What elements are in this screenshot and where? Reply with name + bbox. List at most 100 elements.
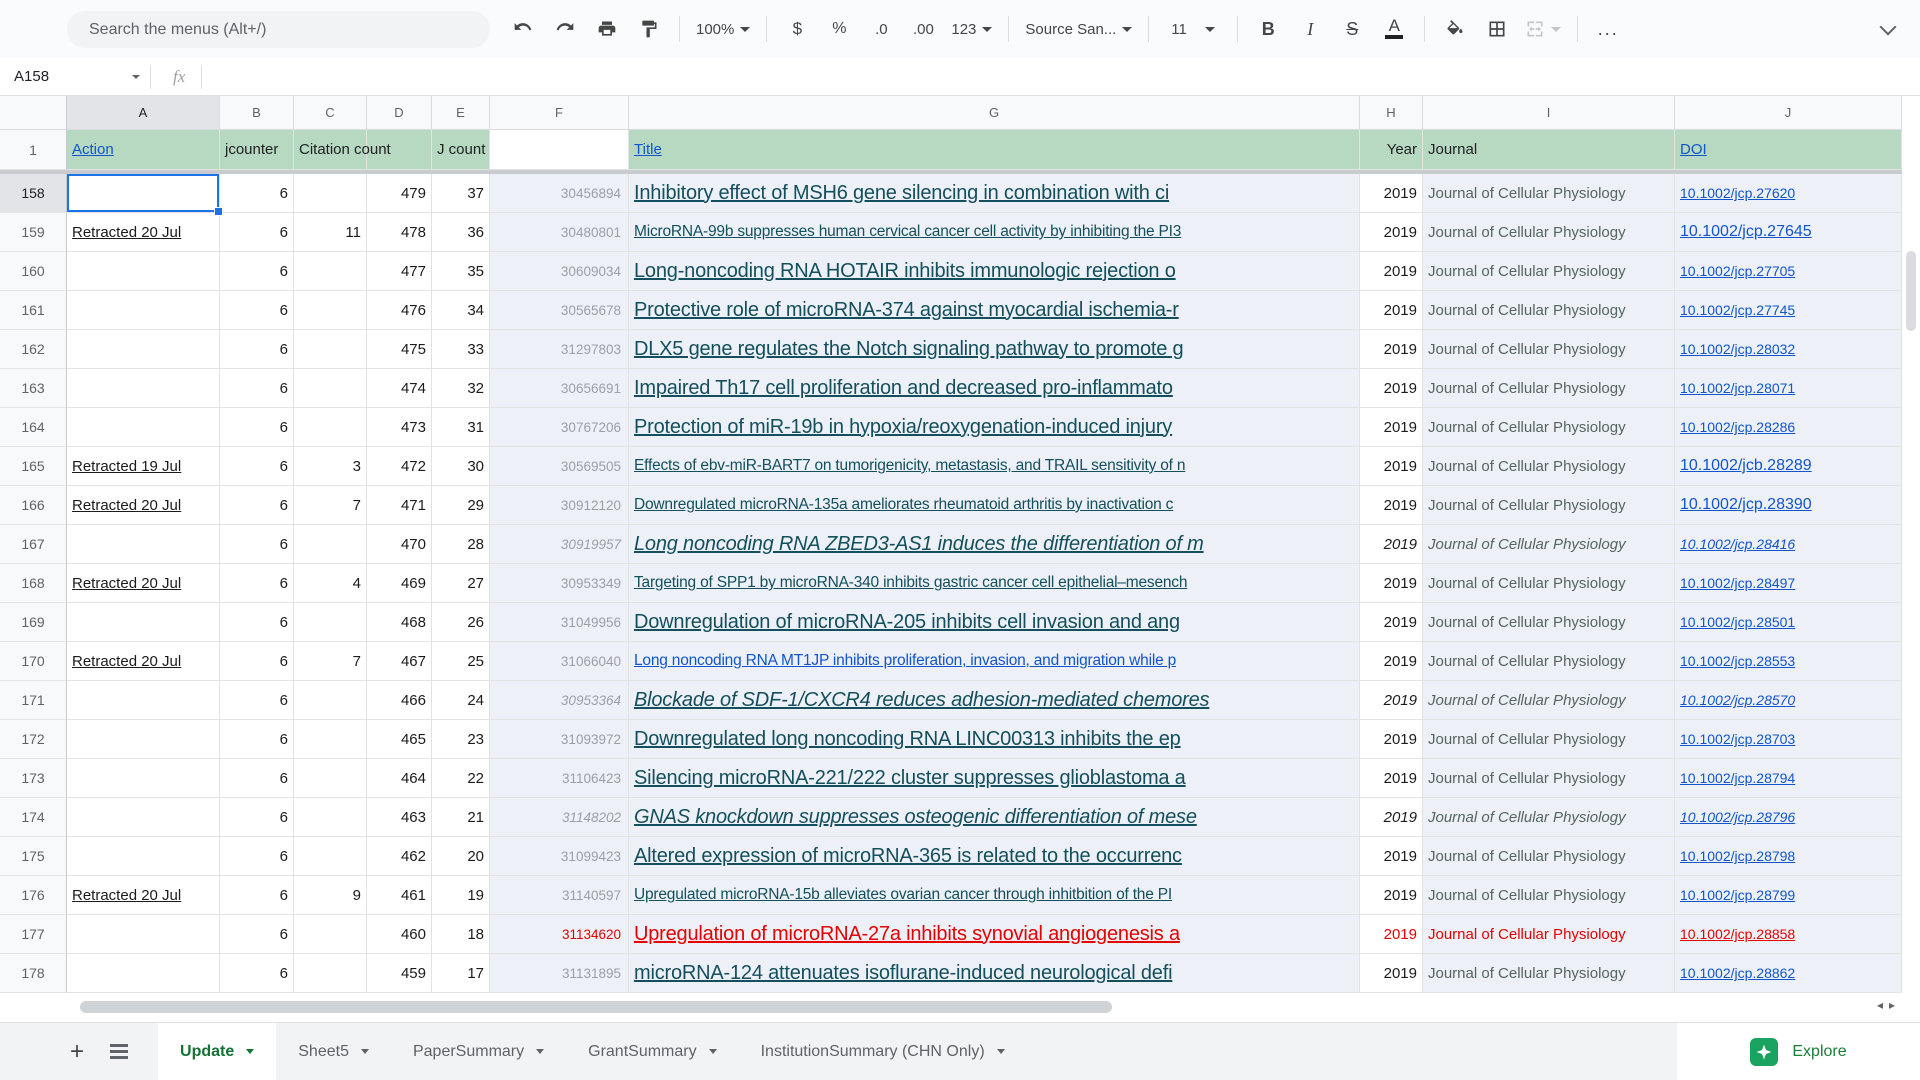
cell-doi[interactable]: 10.1002/jcb.28289 (1675, 447, 1902, 486)
cell-year[interactable]: 2019 (1360, 213, 1423, 252)
cell-count-d[interactable]: 476 (367, 291, 432, 330)
cell-count-d[interactable]: 466 (367, 681, 432, 720)
cell-journal[interactable]: Journal of Cellular Physiology (1423, 798, 1675, 837)
cell-pmid[interactable]: 30767206 (490, 408, 629, 447)
strikethrough-button[interactable]: S (1334, 11, 1370, 47)
cell-pmid[interactable]: 31148202 (490, 798, 629, 837)
cell-title[interactable]: Upregulated microRNA-15b alleviates ovar… (629, 876, 1360, 915)
borders-icon[interactable] (1479, 11, 1515, 47)
cell-action[interactable] (67, 291, 220, 330)
row-header[interactable]: 171 (0, 681, 67, 720)
header-cell-journal[interactable]: Journal (1423, 130, 1675, 170)
cell-action[interactable] (67, 603, 220, 642)
cell-title[interactable]: Downregulation of microRNA-205 inhibits … (629, 603, 1360, 642)
cell-doi[interactable]: 10.1002/jcp.28798 (1675, 837, 1902, 876)
cell-action[interactable]: Retracted 20 Jul (67, 642, 220, 681)
header-cell-title[interactable]: Title (629, 130, 1360, 170)
cell-jcounter[interactable]: 6 (220, 174, 294, 213)
cell-pmid[interactable]: 30656691 (490, 369, 629, 408)
cell-journal[interactable]: Journal of Cellular Physiology (1423, 837, 1675, 876)
cell-j-count[interactable]: 31 (432, 408, 490, 447)
cell-year[interactable]: 2019 (1360, 642, 1423, 681)
cell-journal[interactable]: Journal of Cellular Physiology (1423, 642, 1675, 681)
cell-journal[interactable]: Journal of Cellular Physiology (1423, 408, 1675, 447)
cell-title[interactable]: Long noncoding RNA ZBED3-AS1 induces the… (629, 525, 1360, 564)
row-header[interactable]: 165 (0, 447, 67, 486)
cell-jcounter[interactable]: 6 (220, 915, 294, 954)
column-header-J[interactable]: J (1675, 96, 1902, 130)
row-header[interactable]: 172 (0, 720, 67, 759)
cell-year[interactable]: 2019 (1360, 954, 1423, 993)
cell-jcounter[interactable]: 6 (220, 525, 294, 564)
cell-title[interactable]: Long noncoding RNA MT1JP inhibits prolif… (629, 642, 1360, 681)
vertical-scrollbar[interactable] (1902, 96, 1920, 993)
column-header-D[interactable]: D (367, 96, 432, 130)
cell-year[interactable]: 2019 (1360, 759, 1423, 798)
column-header-A[interactable]: A (67, 96, 220, 130)
cell-citation-count[interactable] (294, 408, 367, 447)
cell-citation-count[interactable]: 9 (294, 876, 367, 915)
cell-citation-count[interactable]: 7 (294, 486, 367, 525)
cell-journal[interactable]: Journal of Cellular Physiology (1423, 915, 1675, 954)
cell-action[interactable] (67, 252, 220, 291)
cell-j-count[interactable]: 25 (432, 642, 490, 681)
row-header[interactable]: 163 (0, 369, 67, 408)
cell-doi[interactable]: 10.1002/jcp.28501 (1675, 603, 1902, 642)
row-header[interactable]: 160 (0, 252, 67, 291)
cell-count-d[interactable]: 463 (367, 798, 432, 837)
cell-year[interactable]: 2019 (1360, 798, 1423, 837)
cell-pmid[interactable]: 30953364 (490, 681, 629, 720)
header-cell-action[interactable]: Action (67, 130, 220, 170)
row-header[interactable]: 174 (0, 798, 67, 837)
cell-jcounter[interactable]: 6 (220, 642, 294, 681)
cell-year[interactable]: 2019 (1360, 174, 1423, 213)
header-cell-jcounter[interactable]: jcounter (220, 130, 294, 170)
cell-journal[interactable]: Journal of Cellular Physiology (1423, 174, 1675, 213)
cell-journal[interactable]: Journal of Cellular Physiology (1423, 447, 1675, 486)
cell-title[interactable]: Downregulated microRNA-135a ameliorates … (629, 486, 1360, 525)
cell-journal[interactable]: Journal of Cellular Physiology (1423, 759, 1675, 798)
cell-jcounter[interactable]: 6 (220, 369, 294, 408)
cell-journal[interactable]: Journal of Cellular Physiology (1423, 720, 1675, 759)
cell-jcounter[interactable]: 6 (220, 954, 294, 993)
row-header[interactable]: 170 (0, 642, 67, 681)
decrease-decimal-button[interactable]: .0 (863, 11, 899, 47)
cell-count-d[interactable]: 478 (367, 213, 432, 252)
cell-pmid[interactable]: 30480801 (490, 213, 629, 252)
cell-citation-count[interactable] (294, 837, 367, 876)
cell-count-d[interactable]: 460 (367, 915, 432, 954)
cell-jcounter[interactable]: 6 (220, 759, 294, 798)
cell-title[interactable]: Downregulated long noncoding RNA LINC003… (629, 720, 1360, 759)
row-header[interactable]: 164 (0, 408, 67, 447)
cell-pmid[interactable]: 30609034 (490, 252, 629, 291)
cell-citation-count[interactable] (294, 369, 367, 408)
cell-action[interactable] (67, 837, 220, 876)
cell-action[interactable]: Retracted 20 Jul (67, 213, 220, 252)
cell-year[interactable]: 2019 (1360, 447, 1423, 486)
format-currency-button[interactable]: $ (779, 11, 815, 47)
cell-citation-count[interactable] (294, 603, 367, 642)
header-cell-f[interactable] (490, 130, 629, 170)
cell-action[interactable] (67, 330, 220, 369)
cell-action[interactable] (67, 720, 220, 759)
cell-pmid[interactable]: 30569505 (490, 447, 629, 486)
cell-count-d[interactable]: 468 (367, 603, 432, 642)
cell-citation-count[interactable] (294, 330, 367, 369)
cell-year[interactable]: 2019 (1360, 837, 1423, 876)
cell-action[interactable]: Retracted 20 Jul (67, 876, 220, 915)
explore-button[interactable]: Explore (1677, 1023, 1920, 1080)
cell-j-count[interactable]: 33 (432, 330, 490, 369)
cell-journal[interactable]: Journal of Cellular Physiology (1423, 369, 1675, 408)
cell-j-count[interactable]: 32 (432, 369, 490, 408)
column-header-C[interactable]: C (294, 96, 367, 130)
cell-action[interactable] (67, 915, 220, 954)
cell-action[interactable] (67, 759, 220, 798)
cell-count-d[interactable]: 475 (367, 330, 432, 369)
cell-j-count[interactable]: 37 (432, 174, 490, 213)
tab-sheet5[interactable]: Sheet5 (276, 1023, 391, 1080)
cell-j-count[interactable]: 21 (432, 798, 490, 837)
font-select[interactable]: Source San... (1021, 11, 1136, 47)
formula-input[interactable] (202, 58, 1920, 95)
cell-j-count[interactable]: 26 (432, 603, 490, 642)
cell-doi[interactable]: 10.1002/jcp.28286 (1675, 408, 1902, 447)
